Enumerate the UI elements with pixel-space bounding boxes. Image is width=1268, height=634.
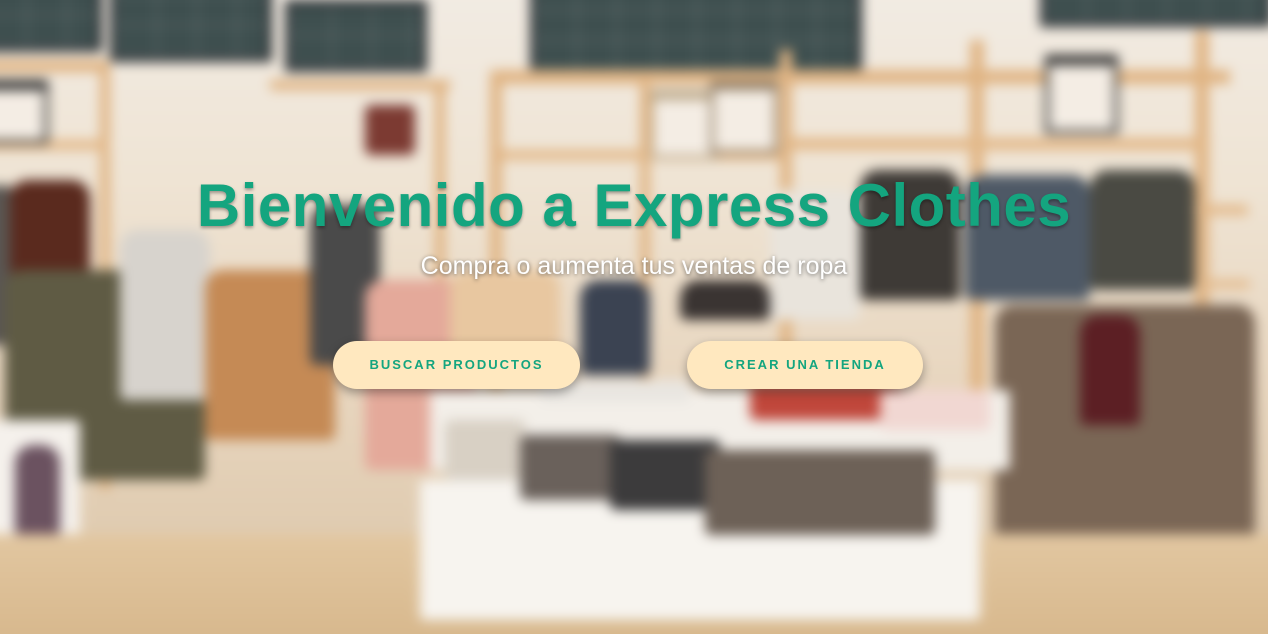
hero-subtitle: Compra o aumenta tus ventas de ropa: [420, 252, 848, 280]
hero-section: Bienvenido a Express Clothes Compra o au…: [0, 0, 1268, 634]
search-products-button[interactable]: BUSCAR PRODUCTOS: [333, 341, 580, 389]
hero-content: Bienvenido a Express Clothes Compra o au…: [0, 0, 1268, 634]
create-store-button[interactable]: CREAR UNA TIENDA: [687, 341, 923, 389]
hero-title: Bienvenido a Express Clothes: [196, 172, 1072, 239]
